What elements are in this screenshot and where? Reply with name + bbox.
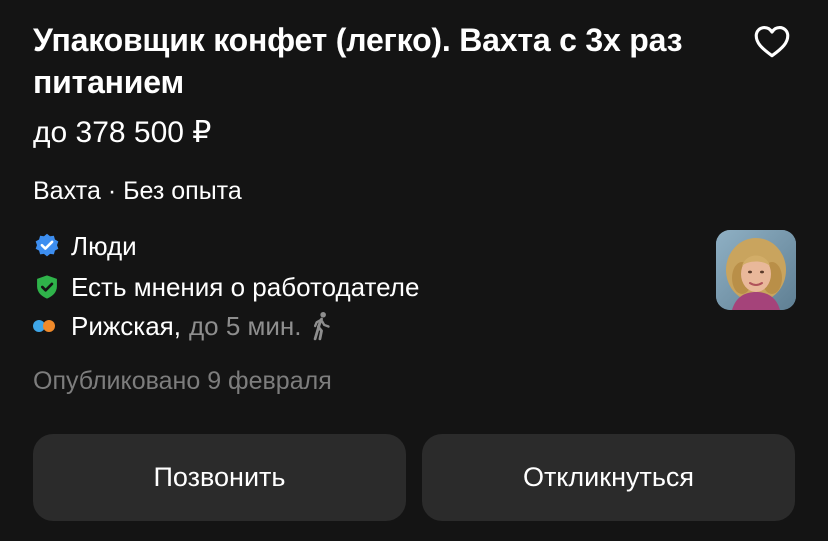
walking-person-icon (308, 311, 334, 341)
heart-outline-icon (754, 26, 790, 58)
apply-button[interactable]: Откликнуться (422, 434, 795, 521)
reviews-text: Есть мнения о работодателе (71, 271, 420, 302)
vacancy-tags: Вахта · Без опыта (33, 177, 242, 205)
verified-badge-icon (33, 231, 63, 261)
reviews-row[interactable]: Есть мнения о работодателе (33, 270, 419, 304)
published-date: Опубликовано 9 февраля (33, 367, 332, 395)
employer-avatar[interactable] (716, 230, 796, 310)
metro-station: Рижская, (71, 310, 181, 341)
company-name: Люди (71, 230, 137, 261)
metro-row: Рижская, до 5 мин. (33, 309, 334, 343)
shield-check-icon (33, 272, 63, 302)
vacancy-card[interactable]: Упаковщик конфет (легко). Вахта с 3х раз… (0, 0, 828, 541)
metro-line-icon (33, 311, 63, 341)
call-button[interactable]: Позвонить (33, 434, 406, 521)
company-row[interactable]: Люди (33, 229, 137, 263)
vacancy-title[interactable]: Упаковщик конфет (легко). Вахта с 3х раз… (33, 19, 733, 103)
metro-time: до 5 мин. (188, 310, 302, 341)
salary: до 378 500 ₽ (33, 116, 212, 149)
favorite-button[interactable] (752, 21, 792, 61)
